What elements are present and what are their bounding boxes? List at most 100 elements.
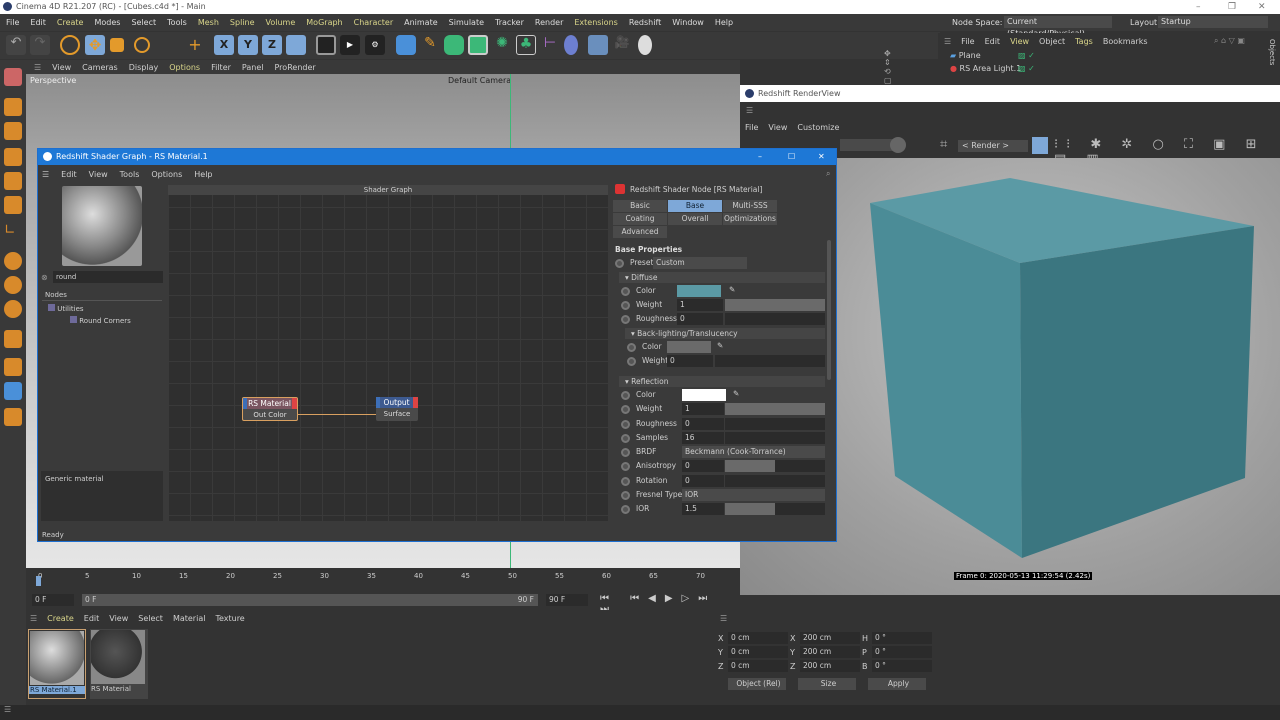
- node-rs-material[interactable]: RS Material Out Color: [242, 397, 298, 421]
- floor-icon[interactable]: [588, 35, 608, 55]
- rv-menu-customize[interactable]: Customize: [797, 123, 839, 132]
- section-reflection[interactable]: ▾ Reflection: [619, 376, 825, 387]
- brdf-select[interactable]: Beckmann (Cook-Torrance): [682, 446, 825, 458]
- menu-file[interactable]: File: [6, 18, 19, 27]
- eyedropper-icon[interactable]: ✎: [717, 341, 723, 350]
- move-tool-icon[interactable]: ✥: [85, 35, 105, 55]
- attribute-scrollbar[interactable]: [827, 240, 831, 380]
- hamburger-icon[interactable]: ☰: [720, 614, 727, 623]
- om-menu-edit[interactable]: Edit: [985, 37, 1001, 46]
- material-item[interactable]: RS Material: [90, 629, 148, 699]
- diffuse-roughness-input[interactable]: 0: [677, 313, 723, 325]
- section-backlighting[interactable]: ▾ Back-lighting/Translucency: [625, 328, 825, 339]
- refl-color-swatch[interactable]: [682, 389, 726, 401]
- section-diffuse[interactable]: ▾ Diffuse: [619, 272, 825, 283]
- menu-edit[interactable]: Edit: [30, 18, 46, 27]
- undo-button[interactable]: ↶: [6, 35, 26, 55]
- coord-pos-input[interactable]: 0 cm: [728, 646, 788, 658]
- cloner-icon[interactable]: ♣: [516, 35, 536, 55]
- menu-spline[interactable]: Spline: [230, 18, 255, 27]
- render-select[interactable]: < Render >: [958, 140, 1028, 152]
- menu-mograph[interactable]: MoGraph: [306, 18, 342, 27]
- mat-menu-create[interactable]: Create: [47, 614, 74, 623]
- grid-icon[interactable]: [4, 358, 22, 376]
- hamburger-icon[interactable]: ☰: [30, 614, 37, 623]
- viewport-menu-display[interactable]: Display: [129, 63, 159, 72]
- sculpt-icon[interactable]: [4, 330, 22, 348]
- x-axis-lock[interactable]: X: [214, 35, 234, 55]
- edges-mode-icon[interactable]: [4, 172, 22, 190]
- menu-animate[interactable]: Animate: [404, 18, 438, 27]
- objects-side-tab[interactable]: Objects: [1268, 39, 1276, 65]
- om-menu-bookmarks[interactable]: Bookmarks: [1103, 37, 1148, 46]
- coord-pos-input[interactable]: 0 cm: [728, 660, 788, 672]
- om-menu-file[interactable]: File: [961, 37, 974, 46]
- viewport-menu-panel[interactable]: Panel: [242, 63, 264, 72]
- light-icon[interactable]: [638, 35, 652, 55]
- hamburger-icon[interactable]: ☰: [0, 705, 11, 714]
- coord-size-input[interactable]: 200 cm: [800, 632, 860, 644]
- tab-optimizations[interactable]: Optimizations: [723, 213, 777, 225]
- om-search-icons[interactable]: ⌕ ⌂ ▽ ▣: [1214, 36, 1245, 46]
- refl-weight-input[interactable]: 1: [682, 403, 724, 415]
- sg-menu-tools[interactable]: Tools: [120, 170, 140, 179]
- timeline[interactable]: 0510152025303540455055606570 0 F 0 F90 F…: [26, 568, 740, 615]
- layout-select[interactable]: Startup: [1158, 16, 1268, 28]
- size-mode-select[interactable]: Size: [798, 678, 856, 690]
- sg-menu-options[interactable]: Options: [151, 170, 182, 179]
- tab-advanced[interactable]: Advanced: [613, 226, 667, 238]
- array-icon[interactable]: ✺: [492, 35, 512, 55]
- menu-tracker[interactable]: Tracker: [495, 18, 524, 27]
- subdivision-icon[interactable]: [444, 35, 464, 55]
- rotation-slider[interactable]: [725, 475, 825, 487]
- object-row[interactable]: ● RS Area Light.1 ▨ ✓: [938, 62, 1280, 75]
- model-mode-icon[interactable]: [4, 98, 22, 116]
- render-settings-icon[interactable]: ⚙: [365, 35, 385, 55]
- viewport-nav-icons[interactable]: ✥ ⇕ ⟲ ▢: [884, 49, 892, 85]
- mat-menu-view[interactable]: View: [109, 614, 128, 623]
- backlight-color-swatch[interactable]: [667, 341, 711, 353]
- node-space-select[interactable]: Current (Standard/Physical): [1004, 16, 1112, 38]
- viewport-menu-view[interactable]: View: [52, 63, 71, 72]
- sg-menu-view[interactable]: View: [89, 170, 108, 179]
- scale-tool-icon[interactable]: [110, 38, 124, 52]
- menu-select[interactable]: Select: [131, 18, 156, 27]
- close-button[interactable]: ✕: [1258, 0, 1266, 14]
- diffuse-weight-slider[interactable]: [725, 299, 825, 311]
- menu-character[interactable]: Character: [354, 18, 394, 27]
- field-icon[interactable]: [564, 35, 578, 55]
- rotation-input[interactable]: 0: [682, 475, 724, 487]
- menu-tools[interactable]: Tools: [167, 18, 187, 27]
- menu-render[interactable]: Render: [535, 18, 563, 27]
- menu-modes[interactable]: Modes: [94, 18, 120, 27]
- menu-mesh[interactable]: Mesh: [198, 18, 219, 27]
- anisotropy-slider[interactable]: [725, 460, 825, 472]
- select-tool-icon[interactable]: [60, 35, 80, 55]
- node-search-input[interactable]: round: [53, 271, 163, 283]
- refl-samples-input[interactable]: 16: [682, 432, 724, 444]
- viewport-menu-cameras[interactable]: Cameras: [82, 63, 118, 72]
- coord-rot-input[interactable]: 0 °: [872, 646, 932, 658]
- tab-base-properties[interactable]: Base Properties: [668, 200, 722, 222]
- mat-menu-select[interactable]: Select: [138, 614, 163, 623]
- quantize-icon[interactable]: [4, 300, 22, 318]
- coord-rot-input[interactable]: 0 °: [872, 632, 932, 644]
- eyedropper-icon[interactable]: ✎: [733, 389, 739, 398]
- make-editable-icon[interactable]: [4, 68, 22, 86]
- apply-button[interactable]: Apply: [868, 678, 926, 690]
- coord-size-input[interactable]: 200 cm: [800, 660, 860, 672]
- sg-menu-edit[interactable]: Edit: [61, 170, 77, 179]
- coord-mode-select[interactable]: Object (Rel): [728, 678, 786, 690]
- end-frame-input[interactable]: 90 F: [546, 594, 588, 606]
- render-view-icon[interactable]: [316, 35, 336, 55]
- menu-create[interactable]: Create: [57, 18, 84, 27]
- hamburger-icon[interactable]: ☰: [42, 170, 49, 179]
- menu-simulate[interactable]: Simulate: [449, 18, 484, 27]
- menu-extensions[interactable]: Extensions: [574, 18, 617, 27]
- mat-menu-edit[interactable]: Edit: [84, 614, 100, 623]
- refl-weight-slider[interactable]: [725, 403, 825, 415]
- z-axis-lock[interactable]: Z: [262, 35, 282, 55]
- coord-size-input[interactable]: 200 cm: [800, 646, 860, 658]
- material-item[interactable]: RS Material.1: [28, 629, 86, 699]
- coord-pos-input[interactable]: 0 cm: [728, 632, 788, 644]
